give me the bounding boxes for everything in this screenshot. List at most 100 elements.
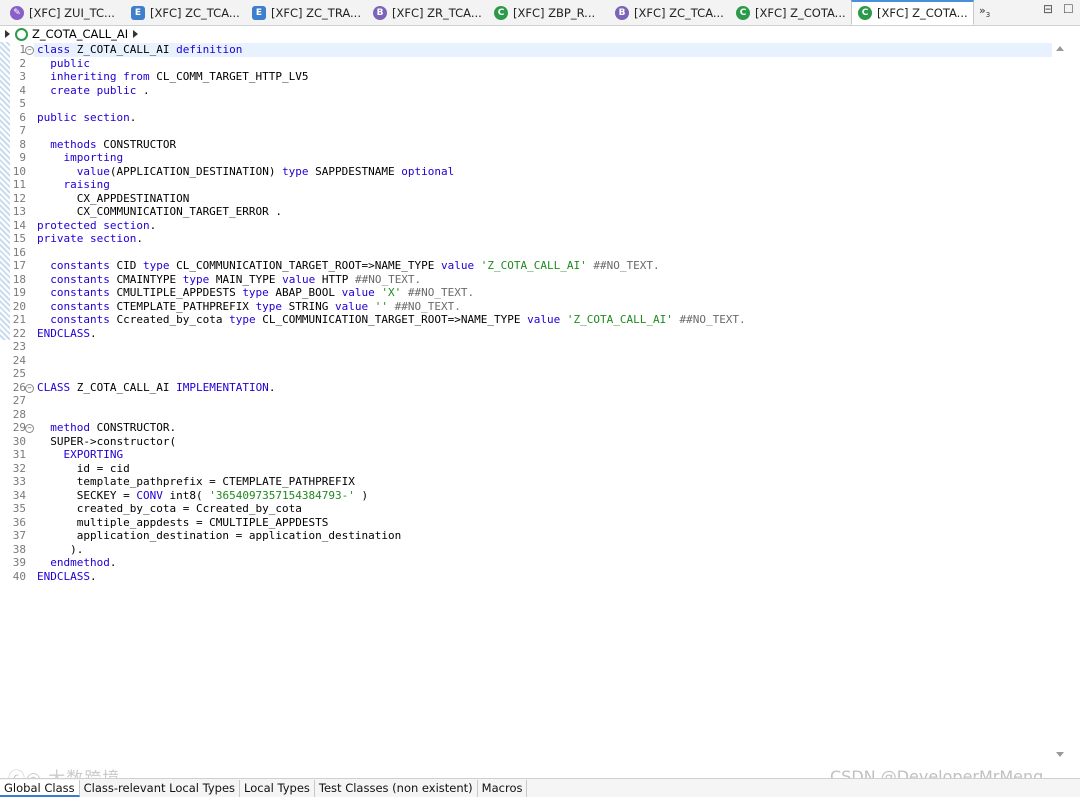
source-tab-macros[interactable]: Macros	[478, 780, 528, 797]
code-line[interactable]: importing	[37, 151, 124, 165]
fold-collapse-icon[interactable]: −	[25, 46, 34, 55]
code-line[interactable]: SECKEY = CONV int8( '3654097357154384793…	[37, 489, 368, 503]
line-number: 14	[12, 218, 26, 232]
editor-tab-3[interactable]: E [XFC] ZC_TRA...	[246, 2, 361, 24]
source-tab-global-class[interactable]: Global Class	[0, 780, 80, 797]
code-token: constants	[50, 272, 110, 286]
code-editor[interactable]: 1−2 3 4 5 6 7 8 9 10 11 12 13 14 15 16 17 18 19 20 21 22 23 24…	[0, 42, 1068, 778]
code-token: .	[268, 380, 276, 394]
line-number: 35	[12, 502, 26, 515]
code-line[interactable]: CX_COMMUNICATION_TARGET_ERROR .	[37, 205, 282, 219]
code-line[interactable]: inheriting from CL_COMM_TARGET_HTTP_LV5	[37, 70, 309, 84]
code-line[interactable]: create public .	[37, 84, 149, 98]
editor-tab-7[interactable]: C [XFC] Z_COTA...	[730, 2, 845, 24]
line-number: 7	[19, 124, 26, 137]
code-token: CONV	[136, 488, 163, 502]
code-token: type	[182, 272, 210, 286]
code-line[interactable]: ENDCLASS.	[37, 327, 97, 341]
source-tab-bar: Global Class Class-relevant Local Types Lo…	[0, 778, 1080, 797]
code-token: CL_COMM_TARGET_HTTP_LV5	[149, 70, 309, 83]
code-line[interactable]: created_by_cota = Ccreated_by_cota	[37, 502, 302, 516]
code-line[interactable]: constants CMAINTYPE type MAIN_TYPE value…	[37, 273, 421, 287]
code-token: methods	[50, 137, 97, 151]
code-token: constants	[50, 299, 110, 313]
maximize-icon[interactable]: ☐	[1063, 2, 1077, 16]
code-line[interactable]: private section.	[37, 232, 143, 246]
code-line[interactable]: template_pathprefix = CTEMPLATE_PATHPREF…	[37, 475, 355, 489]
breadcrumb-item-class[interactable]: Z_COTA_CALL_AI	[32, 27, 128, 41]
tab-label: [XFC] ZC_TRA...	[271, 6, 361, 20]
editor-tab-1[interactable]: ✎ [XFC] ZUI_TC...	[4, 2, 119, 24]
fold-collapse-icon[interactable]: −	[25, 424, 34, 433]
editor-tab-6[interactable]: B [XFC] ZC_TCA...	[609, 2, 724, 24]
code-line[interactable]: constants CTEMPLATE_PATHPREFIX type STRI…	[37, 300, 461, 314]
line-number: 33	[12, 475, 26, 488]
code-token: optional	[401, 164, 455, 178]
code-token: ##NO_TEXT.	[407, 286, 475, 299]
code-token: method	[50, 421, 90, 434]
line-number: 5	[19, 97, 26, 110]
minimize-icon[interactable]: ⊟	[1043, 2, 1057, 16]
code-line[interactable]: ).	[37, 543, 83, 557]
code-line[interactable]: ENDCLASS.	[37, 570, 97, 584]
code-token: 'Z_COTA_CALL_AI'	[566, 313, 673, 326]
code-token: CMAINTYPE	[109, 272, 183, 286]
code-line[interactable]: protected section.	[37, 219, 156, 233]
code-line[interactable]: value(APPLICATION_DESTINATION) type SAPP…	[37, 164, 455, 179]
code-token: importing	[63, 151, 124, 164]
code-line[interactable]: CX_APPDESTINATION	[37, 192, 190, 206]
code-line[interactable]: public	[37, 57, 90, 71]
breadcrumb-expand-icon[interactable]	[5, 30, 10, 38]
code-line[interactable]: constants Ccreated_by_cota type CL_COMMU…	[37, 313, 745, 327]
code-line[interactable]: constants CID type CL_COMMUNICATION_TARG…	[37, 259, 659, 273]
code-line[interactable]: constants CMULTIPLE_APPDESTS type ABAP_B…	[37, 286, 474, 300]
tab-label: [XFC] ZR_TCA...	[392, 6, 482, 20]
code-line[interactable]: application_destination = application_de…	[37, 529, 402, 543]
line-number: 12	[12, 191, 26, 205]
code-line[interactable]: method CONSTRUCTOR.	[37, 421, 176, 435]
code-line[interactable]: public section.	[37, 111, 136, 125]
code-token: type	[255, 299, 283, 313]
editor-tab-5[interactable]: C [XFC] ZBP_R...	[488, 2, 603, 24]
code-line[interactable]: methods CONSTRUCTOR	[37, 138, 176, 152]
code-token: Z_COTA_CALL_AI	[70, 380, 177, 394]
code-token: application_destination = application_de…	[37, 529, 402, 542]
code-line[interactable]: class Z_COTA_CALL_AI definition	[37, 43, 242, 57]
source-tab-test-classes-non-existent[interactable]: Test Classes (non existent)	[315, 780, 478, 797]
code-line[interactable]: raising	[37, 178, 110, 192]
code-token: class	[37, 43, 71, 56]
tab-label: [XFC] ZBP_R...	[513, 6, 596, 20]
scroll-up-icon[interactable]	[1056, 46, 1064, 51]
code-token: CID	[109, 259, 143, 272]
code-token: Z_COTA_CALL_AI	[70, 43, 177, 56]
code-token: ''	[374, 299, 389, 313]
code-line[interactable]: endmethod.	[37, 556, 116, 570]
source-tab-local-types[interactable]: Local Types	[240, 780, 315, 797]
line-number: 27	[12, 394, 26, 407]
code-line[interactable]: CLASS Z_COTA_CALL_AI IMPLEMENTATION.	[37, 381, 275, 395]
vertical-scrollbar[interactable]	[1052, 42, 1068, 778]
fold-collapse-icon[interactable]: −	[25, 383, 34, 393]
code-line[interactable]: EXPORTING	[37, 448, 124, 462]
code-token: CLASS	[37, 380, 71, 394]
breadcrumb-next-icon[interactable]	[133, 30, 139, 38]
tab-overflow-button[interactable]: »3	[979, 4, 990, 19]
editor-tab-4[interactable]: B [XFC] ZR_TCA...	[367, 2, 482, 24]
line-number: 17	[12, 259, 26, 272]
code-line[interactable]: multiple_appdests = CMULTIPLE_APPDESTS	[37, 516, 329, 530]
line-number: 31	[12, 448, 26, 461]
scroll-down-icon[interactable]	[1056, 752, 1064, 757]
editor-tab-2[interactable]: E [XFC] ZC_TCA...	[125, 2, 240, 24]
code-line[interactable]: SUPER->constructor(	[37, 435, 176, 449]
code-line[interactable]: id = cid	[37, 462, 130, 476]
code-token: CONSTRUCTOR	[96, 137, 177, 151]
source-tab-class-relevant-local-types[interactable]: Class-relevant Local Types	[80, 780, 241, 797]
ddls-icon: ✎	[10, 6, 24, 20]
editor-tab-8[interactable]: C[XFC] Z_COTA...×	[851, 0, 974, 25]
